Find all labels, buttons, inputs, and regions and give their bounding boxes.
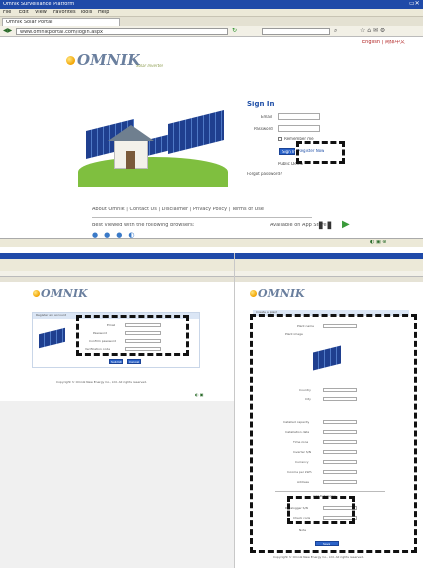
top-browser-window: Omnik Surveillance Platform ▭✕ File Edit… xyxy=(0,0,423,247)
zoom-status-icon: ◐ ▣ ⊕ xyxy=(370,240,387,245)
tab-bar: Omnik Solar Portal xyxy=(0,17,423,26)
window-title: Omnik Surveillance Platform xyxy=(3,2,75,7)
bl-menu-bar xyxy=(0,259,234,271)
highlight-register-box xyxy=(296,141,345,164)
brand-tagline: Solar Inverter xyxy=(136,64,164,68)
tab-label: Omnik Solar Portal xyxy=(6,20,53,25)
reg-cancel-label: Cancel xyxy=(129,361,140,364)
br-brand-logo: OMNIK xyxy=(258,288,305,299)
search-field[interactable] xyxy=(262,28,330,35)
register-browser-window: OMNIK Register an account Email Password… xyxy=(0,253,235,568)
password-field[interactable] xyxy=(278,125,320,132)
br-logo-sun-icon xyxy=(250,290,257,297)
bl-logo-sun-icon xyxy=(33,290,40,297)
play-store-icon[interactable]: ▶ xyxy=(342,220,350,230)
mobile-device-icons[interactable]: ▮ ▮ xyxy=(318,221,332,231)
br-tab-bar xyxy=(235,277,423,282)
back-forward-icon[interactable]: ◀▶ xyxy=(3,28,12,34)
url-text: www.omnikportal.com/login.aspx xyxy=(20,30,104,35)
status-bar: ◐ ▣ ⊕ xyxy=(0,238,423,247)
brand-logo: OMNIK xyxy=(77,53,141,68)
menu-view[interactable]: View xyxy=(35,10,47,15)
reg-submit-button[interactable]: Submit xyxy=(109,359,123,364)
signin-button-label: Sign In xyxy=(282,150,296,154)
menu-favorites[interactable]: Favorites xyxy=(53,10,76,15)
signin-title: Sign In xyxy=(247,101,275,108)
reg-cancel-button[interactable]: Cancel xyxy=(127,359,141,364)
bl-status-icon: ◐ ▣ xyxy=(195,393,204,397)
email-label: Email xyxy=(261,115,273,119)
br-menu-bar xyxy=(235,259,423,271)
browser-note: Best viewed with the following browsers: xyxy=(92,223,195,228)
address-bar: ◀▶ www.omnikportal.com/login.aspx ↻ ⌕ ☆ … xyxy=(0,26,423,37)
forgot-password-link[interactable]: Forgot password? xyxy=(247,172,282,176)
menu-help[interactable]: Help xyxy=(98,10,109,15)
logo-sun-icon xyxy=(66,56,75,65)
menu-file[interactable]: File xyxy=(3,10,11,15)
email-field[interactable] xyxy=(278,113,320,120)
register-header-label: Register an account xyxy=(36,314,66,317)
br-footer: Copyright © Omnik New Energy Co., Ltd. A… xyxy=(273,556,364,559)
footer-divider xyxy=(92,217,312,218)
refresh-icon[interactable]: ↻ xyxy=(232,28,237,34)
search-icon[interactable]: ⌕ xyxy=(334,28,337,34)
bl-highlight-box xyxy=(76,315,189,356)
register-solar-image xyxy=(39,327,65,349)
title-bar: Omnik Surveillance Platform ▭✕ xyxy=(0,0,423,9)
remember-checkbox[interactable] xyxy=(278,137,282,141)
bl-footer: Copyright © Omnik New Energy Co., Ltd. A… xyxy=(56,381,147,384)
password-label: Password xyxy=(254,127,273,131)
br-highlight-device xyxy=(287,496,355,524)
bl-brand-logo: OMNIK xyxy=(41,288,88,299)
reg-submit-label: Submit xyxy=(111,361,122,364)
language-links[interactable]: English | 简体中文 xyxy=(362,40,405,45)
menu-edit[interactable]: Edit xyxy=(19,10,29,15)
plant-browser-window: OMNIK Create a plant Plant name Plant im… xyxy=(235,253,423,568)
login-page: English | 简体中文 OMNIK Solar Inverter Sign… xyxy=(0,37,423,239)
hero-illustration xyxy=(78,97,228,187)
window-controls-icon[interactable]: ▭✕ xyxy=(409,1,420,7)
menu-bar: File Edit View Favorites Tools Help xyxy=(0,9,423,17)
bl-page: OMNIK Register an account Email Password… xyxy=(0,282,234,401)
footer-links[interactable]: About Omnik | Contact Us | Disclaimer | … xyxy=(92,207,264,212)
signin-button[interactable]: Sign In xyxy=(279,148,296,155)
tab-active[interactable]: Omnik Solar Portal xyxy=(2,18,120,26)
menu-tools[interactable]: Tools xyxy=(80,10,92,15)
url-field[interactable]: www.omnikportal.com/login.aspx xyxy=(16,28,228,35)
toolbar-icons[interactable]: ☆ ⌂ ✉ ⚙ xyxy=(360,28,385,34)
